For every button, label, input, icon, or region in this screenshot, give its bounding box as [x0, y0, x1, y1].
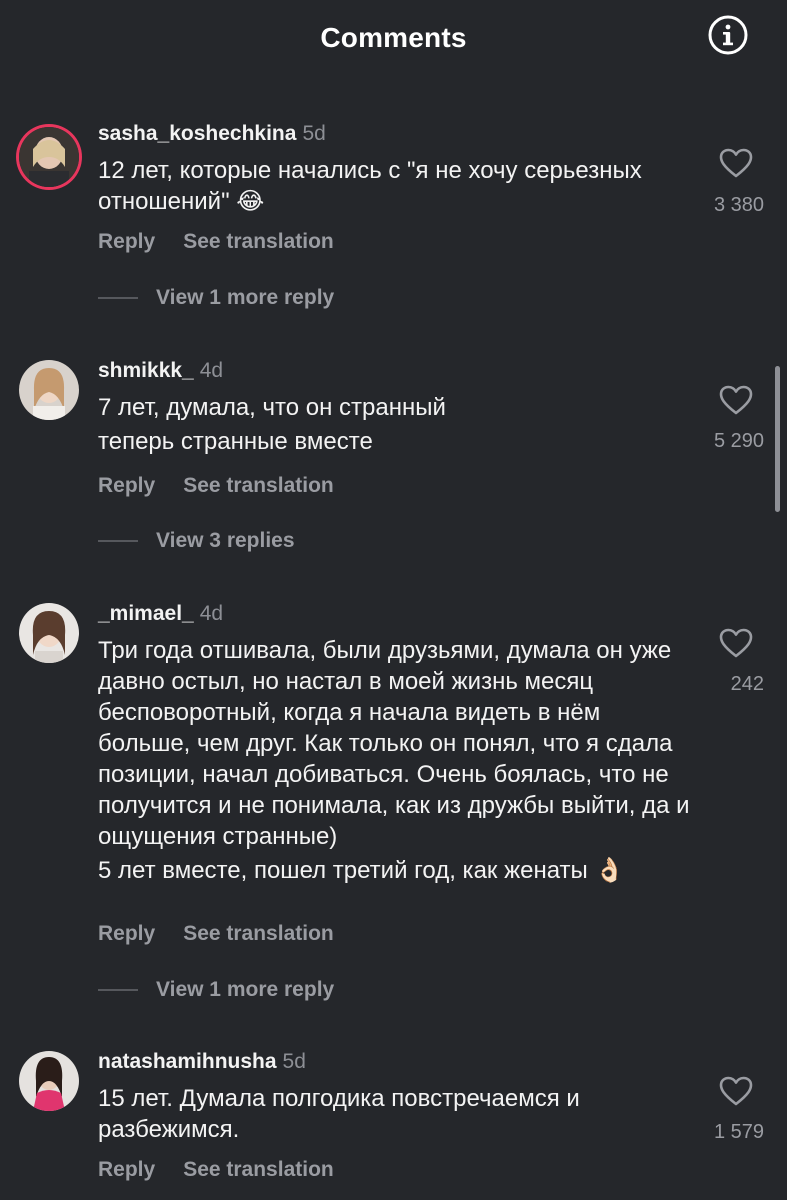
heart-icon[interactable] — [719, 1076, 753, 1106]
avatar[interactable] — [19, 127, 79, 187]
timestamp: 5d — [302, 122, 326, 145]
username[interactable]: shmikkk_ — [98, 359, 194, 382]
see-translation-button[interactable]: See translation — [183, 922, 334, 945]
replies-divider — [98, 989, 138, 991]
view-replies-button[interactable]: View 3 replies — [98, 529, 295, 553]
like-count: 5 290 — [713, 430, 764, 452]
comment-line: 7 лет, думала, что он странный — [98, 394, 446, 421]
scrollbar[interactable] — [775, 366, 780, 512]
reply-button[interactable]: Reply — [98, 922, 155, 945]
comments-header: Comments — [0, 0, 787, 75]
comment-actions: Reply See translation — [98, 1158, 362, 1182]
comment-line: 15 лет. Думала полгодика повстречаемся и… — [98, 1085, 580, 1143]
comment-actions: Reply See translation — [98, 230, 362, 254]
comment-line: 12 лет, которые начались с "я не хочу се… — [98, 157, 642, 215]
replies-divider — [98, 297, 138, 299]
see-translation-button[interactable]: See translation — [183, 474, 334, 497]
reply-button[interactable]: Reply — [98, 230, 155, 253]
comment-actions: Reply See translation — [98, 922, 362, 946]
username[interactable]: natashamihnusha — [98, 1050, 277, 1073]
reply-button[interactable]: Reply — [98, 1158, 155, 1181]
comment-meta: natashamihnusha 5d — [98, 1050, 306, 1074]
view-replies-label: View 1 more reply — [156, 978, 335, 1001]
avatar[interactable] — [19, 603, 79, 663]
like-count: 1 579 — [713, 1121, 764, 1143]
reply-button[interactable]: Reply — [98, 474, 155, 497]
username[interactable]: sasha_koshechkina — [98, 122, 296, 145]
timestamp: 4d — [199, 359, 224, 382]
avatar[interactable] — [19, 1051, 79, 1111]
timestamp: 4d — [199, 602, 224, 625]
comment-text: 7 лет, думала, что он странный теперь ст… — [98, 392, 698, 457]
replies-divider — [98, 540, 138, 542]
avatar[interactable] — [19, 360, 79, 420]
avatar-image — [19, 360, 79, 420]
avatar-image — [19, 603, 79, 663]
like-count: 3 380 — [713, 194, 764, 216]
view-replies-button[interactable]: View 1 more reply — [98, 286, 334, 310]
view-replies-label: View 3 replies — [156, 529, 295, 552]
heart-icon[interactable] — [719, 628, 753, 658]
username[interactable]: _mimael_ — [98, 602, 194, 625]
timestamp: 5d — [282, 1050, 306, 1073]
comment-actions: Reply See translation — [98, 474, 362, 498]
comment-line: Три года отшивала, были друзьями, думала… — [98, 637, 690, 850]
comment-text: 15 лет. Думала полгодика повстречаемся и… — [98, 1083, 658, 1145]
info-circle-icon[interactable] — [707, 14, 749, 56]
avatar-image — [19, 127, 79, 187]
heart-icon[interactable] — [719, 148, 753, 178]
comment-meta: sasha_koshechkina 5d — [98, 122, 326, 146]
view-replies-label: View 1 more reply — [156, 286, 335, 309]
heart-icon[interactable] — [719, 385, 753, 415]
comment-meta: _mimael_ 4d — [98, 602, 223, 626]
comment-text: Три года отшивала, были друзьями, думала… — [98, 635, 698, 886]
see-translation-button[interactable]: See translation — [183, 230, 334, 253]
see-translation-button[interactable]: See translation — [183, 1158, 334, 1181]
avatar-image — [19, 1051, 79, 1111]
like-count: 242 — [730, 673, 764, 695]
comment-line: теперь странные вместе — [98, 428, 373, 455]
page-title: Comments — [320, 21, 467, 53]
comment-line: 5 лет вместе, пошел третий год, как жена… — [98, 857, 625, 884]
view-replies-button[interactable]: View 1 more reply — [98, 978, 334, 1002]
comment-meta: shmikkk_ 4d — [98, 359, 223, 383]
comment-text: 12 лет, которые начались с "я не хочу се… — [98, 155, 698, 217]
